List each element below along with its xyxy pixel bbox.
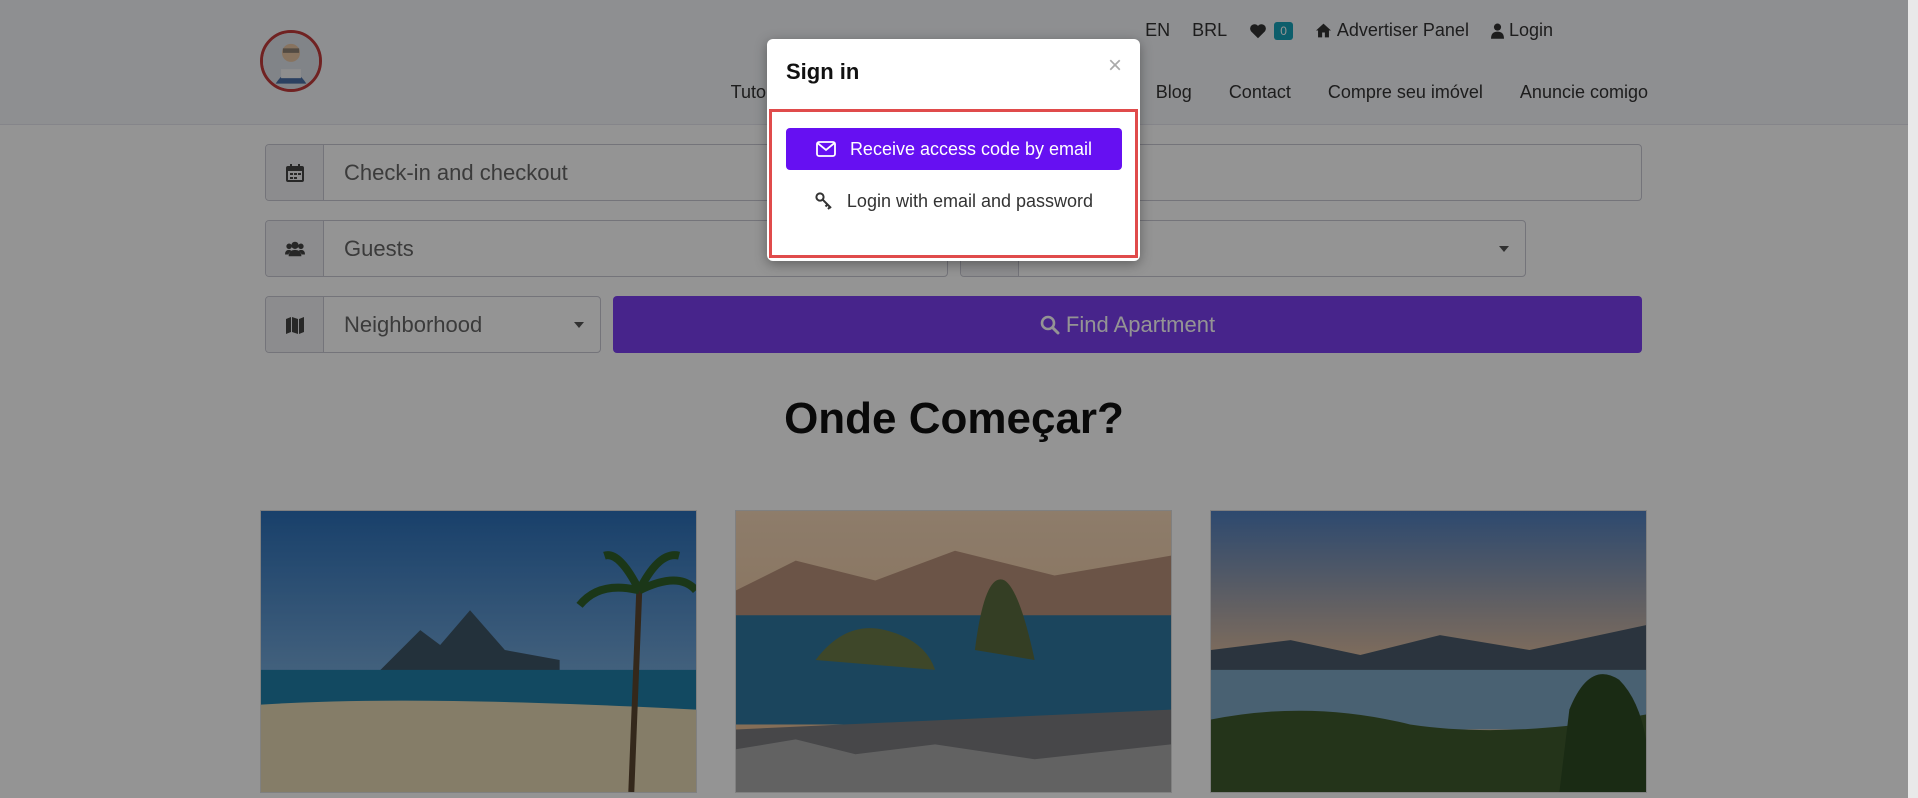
receive-access-code-label: Receive access code by email: [849, 138, 1093, 159]
receive-access-code-button[interactable]: Receive access code by email: [786, 128, 1122, 170]
envelope-icon: [816, 141, 836, 157]
modal-title: Sign in: [786, 59, 860, 84]
login-with-password-label: Login with email and password: [846, 190, 1094, 211]
login-with-password-link[interactable]: Login with email and password: [786, 183, 1122, 219]
close-icon[interactable]: ×: [1108, 54, 1122, 78]
page-scrollbar[interactable]: [1908, 0, 1918, 798]
key-icon: [815, 192, 832, 210]
sign-in-modal: Sign in × Receive access code by email L…: [767, 39, 1140, 261]
